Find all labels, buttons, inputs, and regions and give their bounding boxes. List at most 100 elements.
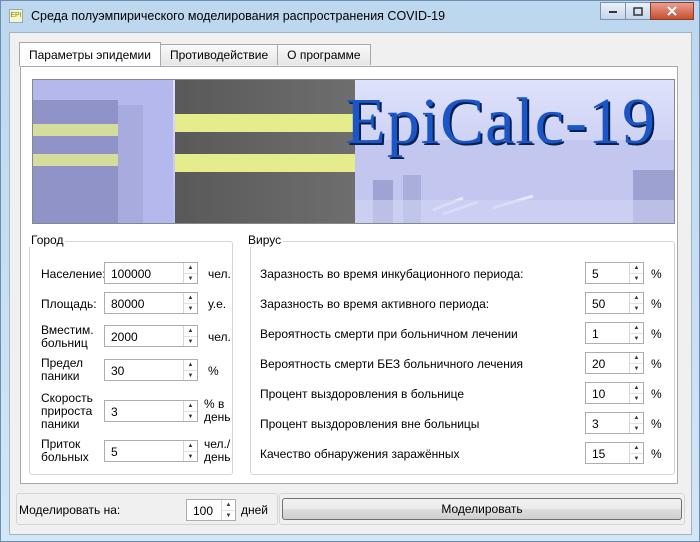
arrow-down-icon[interactable]: ▼: [630, 303, 643, 314]
minimize-button[interactable]: [600, 2, 626, 20]
detection-quality-stepper[interactable]: ▲ ▼: [629, 443, 643, 463]
death-hospital-unit: %: [651, 327, 662, 341]
incubation-contagiousness-input[interactable]: 5 ▲ ▼: [585, 262, 644, 284]
death-hospital-label: Вероятность смерти при больничном лечени…: [260, 327, 518, 341]
arrow-down-icon[interactable]: ▼: [184, 273, 197, 284]
arrow-up-icon[interactable]: ▲: [630, 323, 643, 333]
death-no-hospital-stepper[interactable]: ▲ ▼: [629, 353, 643, 373]
arrow-up-icon[interactable]: ▲: [630, 293, 643, 303]
arrow-down-icon[interactable]: ▼: [184, 370, 197, 381]
patient-inflow-stepper[interactable]: ▲ ▼: [183, 441, 197, 461]
hospital-capacity-input[interactable]: 2000 ▲ ▼: [104, 325, 198, 347]
arrow-down-icon[interactable]: ▼: [184, 303, 197, 314]
incubation-contagiousness-unit: %: [651, 267, 662, 281]
arrow-up-icon[interactable]: ▲: [184, 326, 197, 336]
simulate-days-unit: дней: [241, 503, 269, 517]
arrow-up-icon[interactable]: ▲: [184, 263, 197, 273]
panic-growth-unit: % в день: [204, 397, 231, 424]
recovery-hospital-unit: %: [651, 387, 662, 401]
area-input[interactable]: 80000 ▲ ▼: [104, 292, 198, 314]
arrow-down-icon[interactable]: ▼: [630, 273, 643, 284]
arrow-down-icon[interactable]: ▼: [222, 510, 235, 521]
population-label: Население:: [41, 267, 106, 281]
recovery-hospital-stepper[interactable]: ▲ ▼: [629, 383, 643, 403]
panic-limit-input[interactable]: 30 ▲ ▼: [104, 359, 198, 381]
panic-limit-label: Предел паники: [41, 356, 83, 383]
detection-quality-label: Качество обнаружения заражённых: [260, 447, 460, 461]
banner-title: EpiCalc-19: [345, 85, 656, 158]
arrow-down-icon[interactable]: ▼: [630, 363, 643, 374]
arrow-down-icon[interactable]: ▼: [630, 333, 643, 344]
arrow-down-icon[interactable]: ▼: [184, 336, 197, 347]
death-hospital-input[interactable]: 1 ▲ ▼: [585, 322, 644, 344]
patient-inflow-label: Приток больных: [41, 437, 89, 464]
maximize-button[interactable]: [625, 2, 651, 20]
arrow-down-icon[interactable]: ▼: [630, 423, 643, 434]
recovery-hospital-input[interactable]: 10 ▲ ▼: [585, 382, 644, 404]
patient-inflow-unit: чел./ день: [204, 437, 231, 464]
area-label: Площадь:: [41, 297, 97, 311]
arrow-up-icon[interactable]: ▲: [222, 500, 235, 510]
tab-about[interactable]: О программе: [277, 44, 371, 65]
arrow-up-icon[interactable]: ▲: [630, 413, 643, 423]
hospital-capacity-stepper[interactable]: ▲ ▼: [183, 326, 197, 346]
incubation-contagiousness-label: Заразность во время инкубационного перио…: [260, 267, 524, 281]
simulate-days-stepper[interactable]: ▲ ▼: [221, 500, 235, 520]
detection-quality-input[interactable]: 15 ▲ ▼: [585, 442, 644, 464]
patient-inflow-input[interactable]: 5 ▲ ▼: [104, 440, 198, 462]
panic-limit-stepper[interactable]: ▲ ▼: [183, 360, 197, 380]
active-contagiousness-label: Заразность во время активного периода:: [260, 297, 490, 311]
arrow-down-icon[interactable]: ▼: [630, 393, 643, 404]
arrow-down-icon[interactable]: ▼: [184, 451, 197, 462]
arrow-up-icon[interactable]: ▲: [630, 383, 643, 393]
recovery-outside-stepper[interactable]: ▲ ▼: [629, 413, 643, 433]
recovery-outside-label: Процент выздоровления вне больницы: [260, 417, 480, 431]
main-window: EPI Среда полуэмпирического моделировани…: [0, 0, 700, 542]
active-contagiousness-input[interactable]: 50 ▲ ▼: [585, 292, 644, 314]
close-icon: [667, 6, 677, 16]
window-controls: [600, 2, 694, 21]
arrow-up-icon[interactable]: ▲: [184, 360, 197, 370]
simulate-days-input[interactable]: 100 ▲ ▼: [186, 499, 236, 521]
death-no-hospital-label: Вероятность смерти БЕЗ больничного лечен…: [260, 357, 524, 371]
maximize-icon: [633, 6, 643, 16]
arrow-up-icon[interactable]: ▲: [184, 293, 197, 303]
tab-bar: Параметры эпидемии Противодействие О про…: [19, 42, 371, 66]
banner-image: EpiCalc-19: [32, 79, 675, 224]
arrow-down-icon[interactable]: ▼: [184, 411, 197, 422]
recovery-hospital-label: Процент выздоровления в больнице: [260, 387, 465, 401]
arrow-up-icon[interactable]: ▲: [630, 263, 643, 273]
active-contagiousness-stepper[interactable]: ▲ ▼: [629, 293, 643, 313]
simulation-bar: Моделировать на: 100 ▲ ▼ дней Моделироват…: [16, 493, 685, 527]
panic-growth-stepper[interactable]: ▲ ▼: [183, 401, 197, 421]
death-hospital-stepper[interactable]: ▲ ▼: [629, 323, 643, 343]
detection-quality-unit: %: [651, 447, 662, 461]
arrow-up-icon[interactable]: ▲: [184, 401, 197, 411]
arrow-up-icon[interactable]: ▲: [630, 443, 643, 453]
title-bar[interactable]: EPI Среда полуэмпирического моделировани…: [1, 1, 699, 31]
panic-growth-input[interactable]: 3 ▲ ▼: [104, 400, 198, 422]
active-contagiousness-unit: %: [651, 297, 662, 311]
area-unit: у.е.: [208, 297, 227, 311]
incubation-contagiousness-stepper[interactable]: ▲ ▼: [629, 263, 643, 283]
simulate-button[interactable]: Моделировать: [282, 498, 682, 520]
recovery-outside-unit: %: [651, 417, 662, 431]
tab-countermeasures[interactable]: Противодействие: [159, 44, 279, 65]
minimize-icon: [609, 11, 617, 13]
death-no-hospital-input[interactable]: 20 ▲ ▼: [585, 352, 644, 374]
area-stepper[interactable]: ▲ ▼: [183, 293, 197, 313]
panic-growth-label: Скорость прироста паники: [41, 391, 93, 431]
population-unit: чел.: [208, 267, 231, 281]
hospital-capacity-unit: чел.: [208, 330, 231, 344]
arrow-up-icon[interactable]: ▲: [630, 353, 643, 363]
simulate-days-label: Моделировать на:: [19, 503, 121, 517]
arrow-down-icon[interactable]: ▼: [630, 453, 643, 464]
population-stepper[interactable]: ▲ ▼: [183, 263, 197, 283]
population-input[interactable]: 100000 ▲ ▼: [104, 262, 198, 284]
close-button[interactable]: [650, 2, 694, 20]
death-no-hospital-unit: %: [651, 357, 662, 371]
recovery-outside-input[interactable]: 3 ▲ ▼: [585, 412, 644, 434]
tab-epidemic-params[interactable]: Параметры эпидемии: [19, 42, 161, 66]
tab-panel: EpiCalc-19 Город Население: 100000 ▲ ▼ че…: [20, 66, 678, 484]
arrow-up-icon[interactable]: ▲: [184, 441, 197, 451]
